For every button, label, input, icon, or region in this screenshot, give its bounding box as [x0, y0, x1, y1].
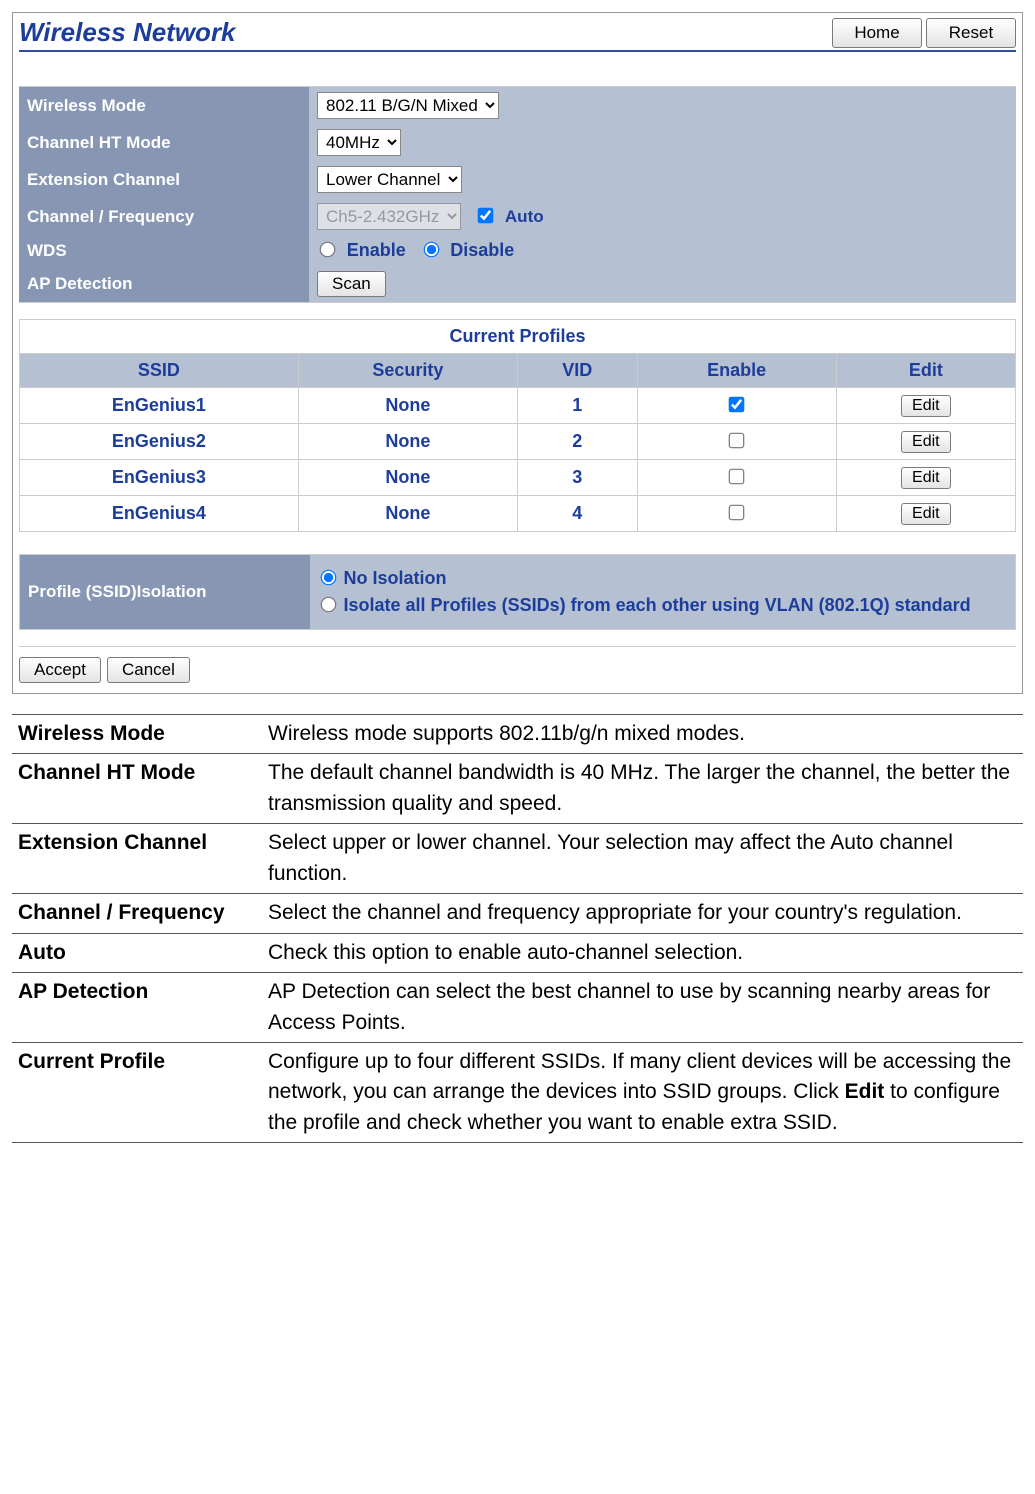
- table-row: EnGenius3None3 Edit: [20, 460, 1016, 496]
- desc-text: The default channel bandwidth is 40 MHz.…: [262, 754, 1023, 824]
- wds-enable-label: Enable: [347, 240, 406, 260]
- scan-button[interactable]: Scan: [317, 271, 386, 297]
- edit-cell: Edit: [836, 424, 1015, 460]
- isolate-vlan-radio[interactable]: [320, 597, 336, 613]
- col-vid: VID: [517, 354, 637, 388]
- ext-channel-label: Extension Channel: [19, 161, 309, 198]
- ssid-cell: EnGenius3: [20, 460, 299, 496]
- table-row: EnGenius1None1 Edit: [20, 388, 1016, 424]
- desc-row: Current ProfileConfigure up to four diff…: [12, 1042, 1023, 1142]
- enable-checkbox[interactable]: [729, 433, 745, 449]
- edit-button[interactable]: Edit: [901, 467, 951, 489]
- auto-label: Auto: [505, 207, 544, 226]
- description-table: Wireless ModeWireless mode supports 802.…: [12, 714, 1023, 1143]
- edit-button[interactable]: Edit: [901, 395, 951, 417]
- isolate-vlan-label: Isolate all Profiles (SSIDs) from each o…: [344, 595, 971, 615]
- desc-text: Check this option to enable auto-channel…: [262, 933, 1023, 972]
- security-cell: None: [298, 496, 517, 532]
- desc-term: Auto: [12, 933, 262, 972]
- desc-text: Wireless mode supports 802.11b/g/n mixed…: [262, 715, 1023, 754]
- no-isolation-radio[interactable]: [320, 570, 336, 586]
- desc-text: Select the channel and frequency appropr…: [262, 894, 1023, 933]
- isolation-table: Profile (SSID)Isolation No Isolation Iso…: [19, 554, 1016, 630]
- wireless-mode-label: Wireless Mode: [19, 87, 309, 125]
- home-button[interactable]: Home: [832, 18, 922, 48]
- enable-cell: [637, 388, 836, 424]
- header-row: Wireless Network Home Reset: [19, 17, 1016, 52]
- desc-term: Channel / Frequency: [12, 894, 262, 933]
- accept-button[interactable]: Accept: [19, 657, 101, 683]
- desc-term: AP Detection: [12, 973, 262, 1043]
- wireless-mode-select[interactable]: 802.11 B/G/N Mixed: [317, 92, 499, 119]
- enable-checkbox[interactable]: [729, 397, 745, 413]
- vid-cell: 3: [517, 460, 637, 496]
- vid-cell: 1: [517, 388, 637, 424]
- desc-text: Configure up to four different SSIDs. If…: [262, 1042, 1023, 1142]
- wds-disable-label: Disable: [450, 240, 514, 260]
- desc-text: Select upper or lower channel. Your sele…: [262, 824, 1023, 894]
- enable-cell: [637, 496, 836, 532]
- profiles-table: Current Profiles SSID Security VID Enabl…: [19, 319, 1016, 532]
- edit-cell: Edit: [836, 460, 1015, 496]
- desc-row: Channel HT ModeThe default channel bandw…: [12, 754, 1023, 824]
- enable-cell: [637, 460, 836, 496]
- ext-channel-select[interactable]: Lower Channel: [317, 166, 462, 193]
- edit-cell: Edit: [836, 388, 1015, 424]
- auto-checkbox[interactable]: [478, 208, 494, 224]
- security-cell: None: [298, 388, 517, 424]
- no-isolation-label: No Isolation: [344, 568, 447, 588]
- header-buttons: Home Reset: [832, 18, 1016, 48]
- chan-freq-label: Channel / Frequency: [19, 198, 309, 235]
- table-row: EnGenius4None4 Edit: [20, 496, 1016, 532]
- wireless-network-panel: Wireless Network Home Reset Wireless Mod…: [12, 12, 1023, 694]
- ssid-cell: EnGenius2: [20, 424, 299, 460]
- enable-cell: [637, 424, 836, 460]
- enable-checkbox[interactable]: [729, 469, 745, 485]
- desc-row: AP DetectionAP Detection can select the …: [12, 973, 1023, 1043]
- profiles-header-row: SSID Security VID Enable Edit: [20, 354, 1016, 388]
- chan-freq-select: Ch5-2.432GHz: [317, 203, 461, 230]
- vid-cell: 2: [517, 424, 637, 460]
- desc-text: AP Detection can select the best channel…: [262, 973, 1023, 1043]
- table-row: EnGenius2None2 Edit: [20, 424, 1016, 460]
- col-enable: Enable: [637, 354, 836, 388]
- ap-detection-label: AP Detection: [19, 266, 309, 303]
- reset-button[interactable]: Reset: [926, 18, 1016, 48]
- edit-button[interactable]: Edit: [901, 431, 951, 453]
- edit-cell: Edit: [836, 496, 1015, 532]
- security-cell: None: [298, 424, 517, 460]
- wds-enable-radio[interactable]: [320, 242, 336, 258]
- security-cell: None: [298, 460, 517, 496]
- profiles-title: Current Profiles: [20, 320, 1016, 354]
- desc-term: Channel HT Mode: [12, 754, 262, 824]
- page-title: Wireless Network: [19, 17, 236, 48]
- col-edit: Edit: [836, 354, 1015, 388]
- col-security: Security: [298, 354, 517, 388]
- ht-mode-select[interactable]: 40MHz: [317, 129, 401, 156]
- col-ssid: SSID: [20, 354, 299, 388]
- desc-row: Channel / FrequencySelect the channel an…: [12, 894, 1023, 933]
- ssid-cell: EnGenius1: [20, 388, 299, 424]
- desc-term: Wireless Mode: [12, 715, 262, 754]
- isolation-label: Profile (SSID)Isolation: [20, 555, 310, 630]
- desc-row: Extension ChannelSelect upper or lower c…: [12, 824, 1023, 894]
- desc-term: Current Profile: [12, 1042, 262, 1142]
- ht-mode-label: Channel HT Mode: [19, 124, 309, 161]
- enable-checkbox[interactable]: [729, 505, 745, 521]
- ssid-cell: EnGenius4: [20, 496, 299, 532]
- settings-table: Wireless Mode 802.11 B/G/N Mixed Channel…: [19, 86, 1016, 303]
- wds-label: WDS: [19, 235, 309, 266]
- desc-term: Extension Channel: [12, 824, 262, 894]
- wds-disable-radio[interactable]: [423, 242, 439, 258]
- edit-button[interactable]: Edit: [901, 503, 951, 525]
- cancel-button[interactable]: Cancel: [107, 657, 190, 683]
- desc-row: Wireless ModeWireless mode supports 802.…: [12, 715, 1023, 754]
- vid-cell: 4: [517, 496, 637, 532]
- action-buttons: Accept Cancel: [19, 657, 1016, 683]
- desc-row: AutoCheck this option to enable auto-cha…: [12, 933, 1023, 972]
